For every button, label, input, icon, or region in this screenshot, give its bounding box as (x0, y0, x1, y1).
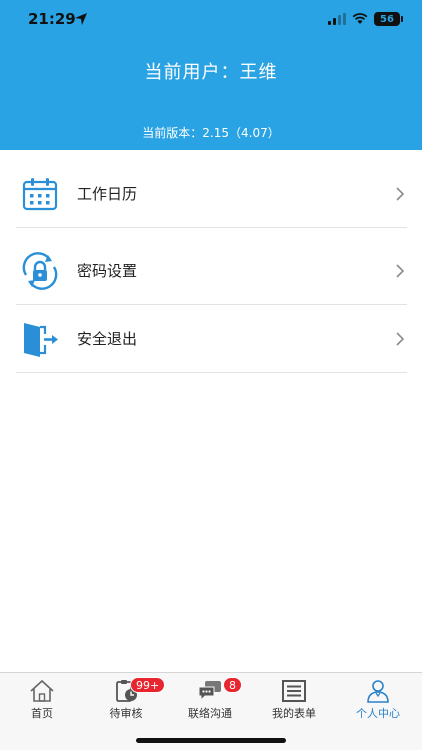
tab-communication[interactable]: 8 联络沟通 (168, 677, 252, 723)
signal-icon (328, 13, 346, 25)
tab-label: 我的表单 (272, 707, 316, 720)
tab-label: 个人中心 (356, 707, 400, 720)
tab-label: 联络沟通 (188, 707, 232, 720)
menu-item-label: 安全退出 (77, 330, 138, 348)
current-user-name: 王维 (239, 62, 278, 83)
form-list-icon (282, 680, 306, 702)
logout-door-icon (24, 322, 58, 357)
status-indicators: 56 (328, 10, 403, 28)
version-value: 2.15（4.07） (202, 126, 280, 140)
chevron-right-icon (396, 332, 405, 346)
tab-label: 待审核 (109, 707, 143, 720)
lock-refresh-icon (22, 251, 58, 290)
unread-messages-badge: 8 (223, 677, 242, 693)
battery-icon: 56 (374, 12, 403, 26)
location-arrow-icon (75, 13, 87, 25)
version-label: 当前版本： (142, 126, 203, 140)
menu-item-label: 密码设置 (77, 262, 138, 280)
user-profile-icon (367, 680, 389, 703)
menu-item-work-calendar[interactable]: 工作日历 (16, 160, 407, 228)
status-bar: 21:29 56 (0, 0, 422, 40)
chevron-right-icon (396, 264, 405, 278)
tab-label: 首页 (31, 707, 53, 720)
menu-item-label: 工作日历 (77, 185, 138, 203)
pending-count-badge: 99+ (130, 677, 166, 693)
current-user-label: 当前用户： (144, 62, 240, 83)
home-indicator (136, 738, 286, 743)
battery-level: 56 (380, 13, 394, 25)
current-user: 当前用户：王维 (0, 58, 422, 84)
chevron-right-icon (396, 187, 405, 201)
header: 21:29 56 当前用户：王维 当前版本：2.15（4.07） (0, 0, 422, 150)
tab-my-forms[interactable]: 我的表单 (252, 677, 336, 723)
wifi-icon (352, 13, 368, 24)
app-version: 当前版本：2.15（4.07） (0, 124, 422, 141)
chat-bubbles-icon (198, 681, 221, 702)
home-icon (30, 679, 54, 702)
tab-home[interactable]: 首页 (0, 677, 84, 723)
menu-item-safe-logout[interactable]: 安全退出 (16, 305, 407, 373)
tab-personal-center[interactable]: 个人中心 (336, 677, 420, 723)
calendar-icon (22, 177, 58, 210)
tab-pending-review[interactable]: 99+ 待审核 (84, 677, 168, 723)
menu-item-password-settings[interactable]: 密码设置 (16, 237, 407, 305)
status-time: 21:29 (28, 10, 76, 28)
